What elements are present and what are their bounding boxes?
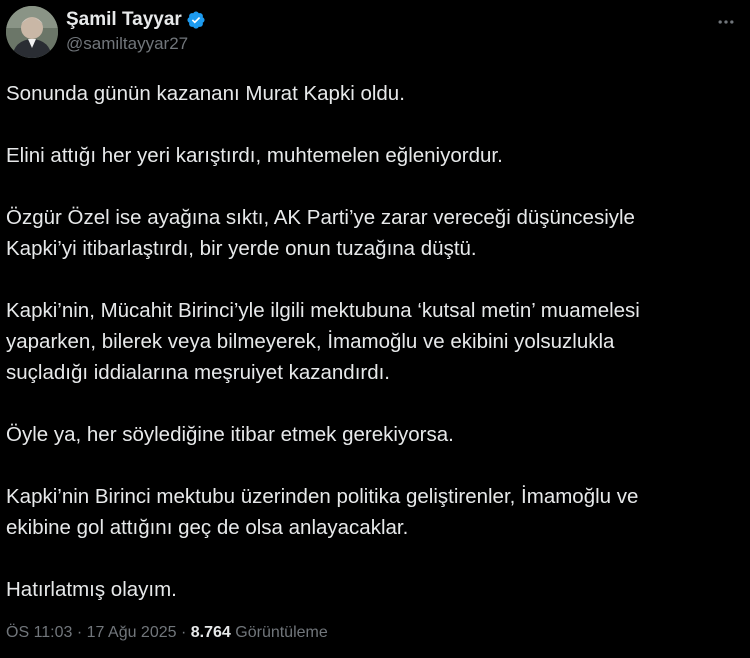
tweet-paragraph: Elini attığı her yeri karıştırdı, muhtem…	[6, 144, 503, 167]
display-name-row: Şamil Tayyar	[66, 8, 206, 32]
meta-separator: ·	[76, 624, 83, 641]
meta-separator: ·	[180, 624, 187, 641]
views-label: Görüntüleme	[235, 624, 328, 641]
tweet-meta: ÖS 11:03 · 17 Ağu 2025 · 8.764 Görüntüle…	[6, 624, 328, 642]
verified-badge-icon[interactable]	[186, 10, 206, 30]
views-count: 8.764	[190, 624, 231, 641]
tweet-text: Sonunda günün kazananı Murat Kapki oldu.…	[6, 78, 736, 636]
author-names: Şamil Tayyar @samiltayyar27	[66, 8, 206, 54]
tweet-paragraph: Kapki’nin Birinci mektubu üzerinden poli…	[6, 485, 639, 539]
tweet: Şamil Tayyar @samiltayyar27 Sonunda günü…	[0, 0, 750, 658]
more-options-icon[interactable]	[714, 10, 738, 34]
avatar[interactable]	[6, 6, 58, 58]
tweet-date[interactable]: 17 Ağu 2025	[87, 624, 177, 641]
avatar-image	[6, 6, 58, 58]
tweet-paragraph: Kapki’nin, Mücahit Birinci’yle ilgili me…	[6, 299, 640, 384]
tweet-paragraph: Sonunda günün kazananı Murat Kapki oldu.	[6, 82, 405, 105]
tweet-paragraph: Hatırlatmış olayım.	[6, 578, 177, 601]
display-name[interactable]: Şamil Tayyar	[66, 9, 182, 31]
tweet-paragraph: Özgür Özel ise ayağına sıktı, AK Parti’y…	[6, 206, 635, 260]
tweet-paragraph: Öyle ya, her söylediğine itibar etmek ge…	[6, 423, 454, 446]
handle[interactable]: @samiltayyar27	[66, 34, 206, 54]
tweet-header: Şamil Tayyar @samiltayyar27	[6, 6, 744, 60]
tweet-time[interactable]: ÖS 11:03	[6, 624, 72, 641]
